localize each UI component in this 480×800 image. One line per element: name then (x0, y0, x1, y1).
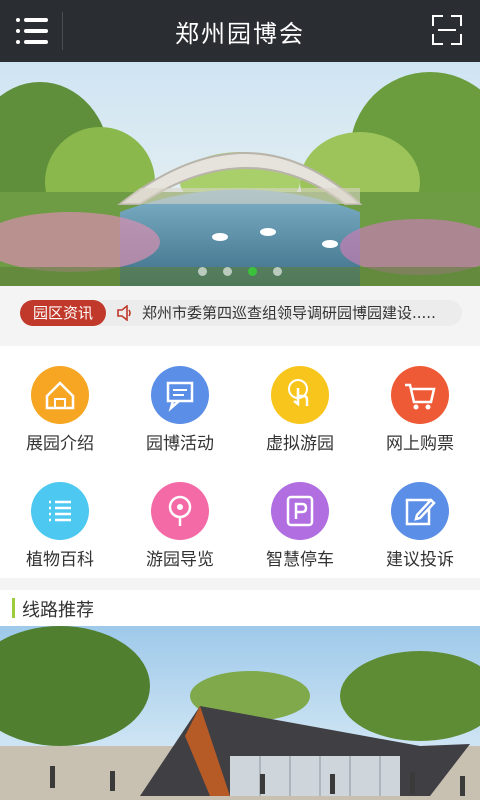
carousel-dot[interactable] (223, 267, 232, 276)
route-image (0, 626, 480, 800)
news-tag: 园区资讯 (20, 300, 106, 326)
grid-item-feedback[interactable]: 建议投诉 (360, 462, 480, 578)
grid-item-label: 展园介绍 (26, 434, 94, 454)
grid-item-label: 虚拟游园 (266, 434, 334, 454)
touch-icon (271, 366, 329, 424)
carousel-dots (0, 261, 480, 280)
section-title: 线路推荐 (22, 600, 94, 621)
list-icon (31, 482, 89, 540)
banner-carousel[interactable] (0, 62, 480, 286)
route-recommend-image[interactable] (0, 626, 480, 800)
feature-grid: 展园介绍 园博活动 虚拟游园 网上购票 植物百科 游园导览 智慧停车 建议投诉 (0, 346, 480, 578)
banner-image (0, 62, 480, 286)
house-icon (31, 366, 89, 424)
grid-item-label: 智慧停车 (266, 550, 334, 570)
edit-icon (391, 482, 449, 540)
chat-icon (151, 366, 209, 424)
carousel-dot[interactable] (273, 267, 282, 276)
grid-item-guide[interactable]: 游园导览 (120, 462, 240, 578)
speaker-icon (117, 305, 131, 321)
grid-item-plants[interactable]: 植物百科 (0, 462, 120, 578)
carousel-dot-active[interactable] (248, 267, 257, 276)
grid-item-label: 建议投诉 (386, 550, 454, 570)
grid-item-activities[interactable]: 园博活动 (120, 346, 240, 462)
route-section-header: 线路推荐 (0, 590, 480, 626)
news-headline[interactable]: 郑州市委第四巡查组领导调研园博园建设..... (142, 300, 454, 326)
parking-icon (271, 482, 329, 540)
carousel-dot[interactable] (198, 267, 207, 276)
scan-icon[interactable] (432, 15, 462, 45)
section-accent-bar (12, 598, 15, 618)
grid-item-label: 游园导览 (146, 550, 214, 570)
grid-item-label: 植物百科 (26, 550, 94, 570)
top-bar: 郑州园博会 (0, 0, 480, 62)
grid-item-tickets[interactable]: 网上购票 (360, 346, 480, 462)
grid-item-label: 园博活动 (146, 434, 214, 454)
news-ticker[interactable]: 园区资讯 郑州市委第四巡查组领导调研园博园建设..... (20, 300, 462, 326)
cart-icon (391, 366, 449, 424)
grid-item-virtual-tour[interactable]: 虚拟游园 (240, 346, 360, 462)
location-icon (151, 482, 209, 540)
grid-item-garden-intro[interactable]: 展园介绍 (0, 346, 120, 462)
grid-item-parking[interactable]: 智慧停车 (240, 462, 360, 578)
page-title: 郑州园博会 (175, 20, 305, 48)
grid-item-label: 网上购票 (386, 434, 454, 454)
